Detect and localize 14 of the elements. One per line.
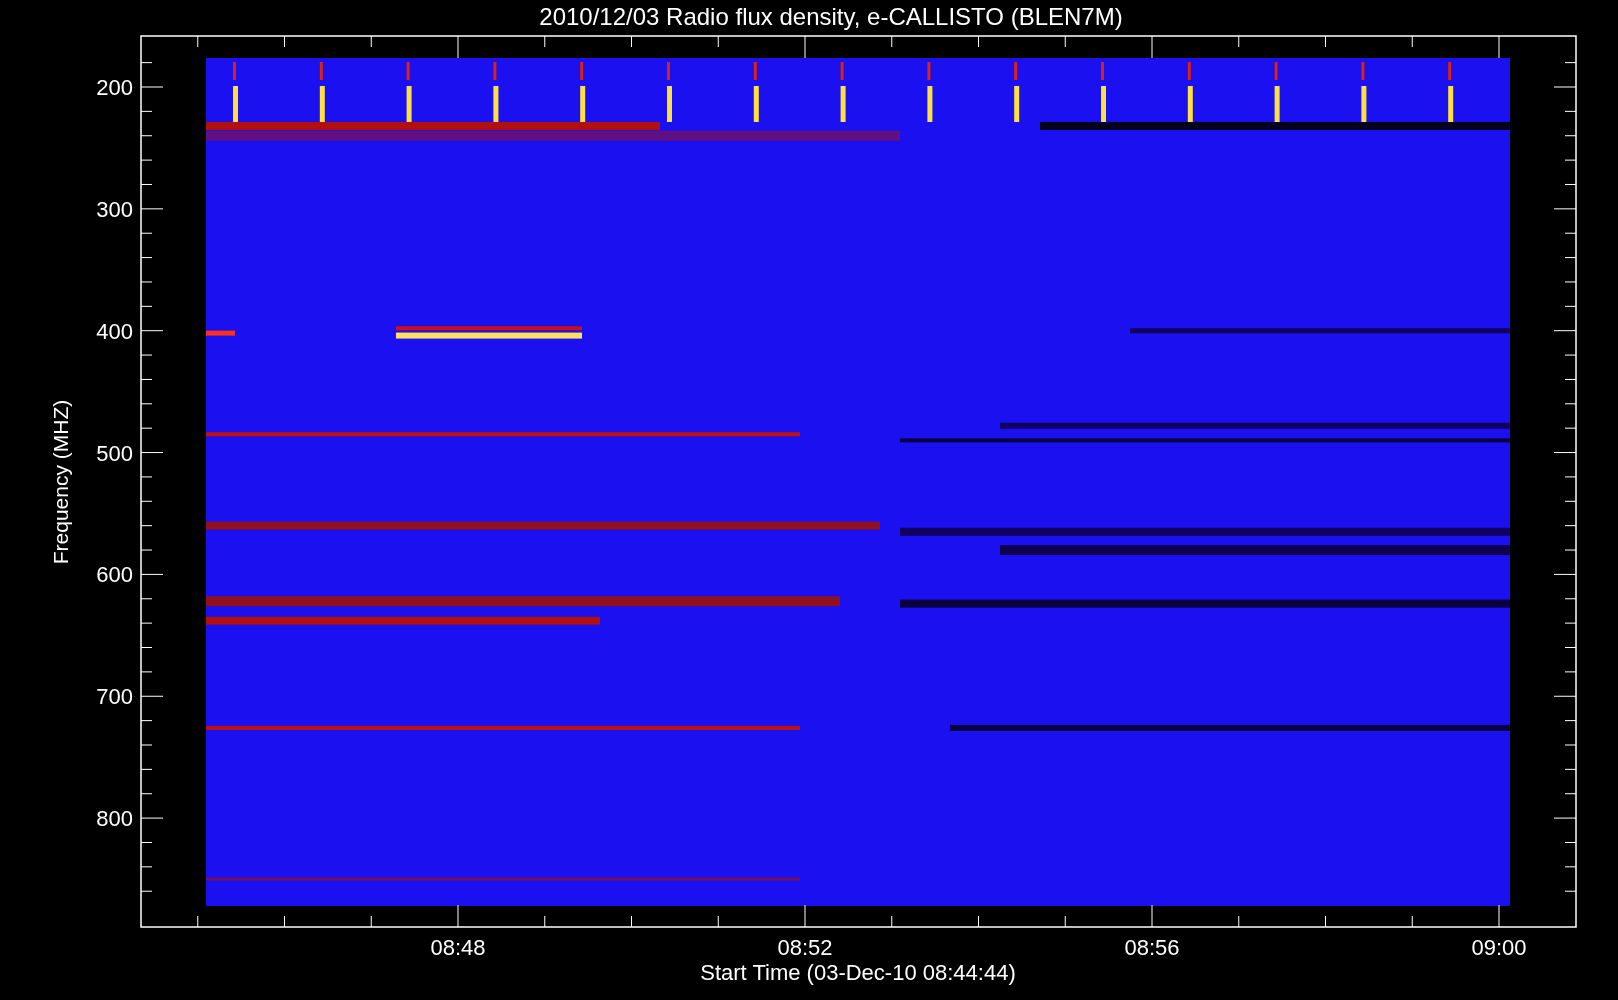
- tick-label: 400: [96, 318, 133, 344]
- tick-label: 08:48: [430, 935, 486, 960]
- tick-label: 09:00: [1471, 935, 1527, 960]
- chart-title: 2010/12/03 Radio flux density, e-CALLISTO (BLEN7M): [539, 3, 1123, 30]
- tick-label: 800: [96, 806, 133, 832]
- tick-label: 200: [96, 75, 133, 100]
- tick-label: 600: [96, 562, 133, 588]
- tick-label: 08:52: [777, 935, 833, 960]
- tick-label: 500: [96, 440, 133, 466]
- tick-label: 08:56: [1124, 935, 1180, 960]
- tick-label: 300: [96, 196, 133, 222]
- axis-label: Frequency (MHZ): [49, 399, 72, 565]
- tick-label: 700: [96, 684, 133, 710]
- axis-label: Start Time (03-Dec-10 08:44:44): [700, 960, 1016, 985]
